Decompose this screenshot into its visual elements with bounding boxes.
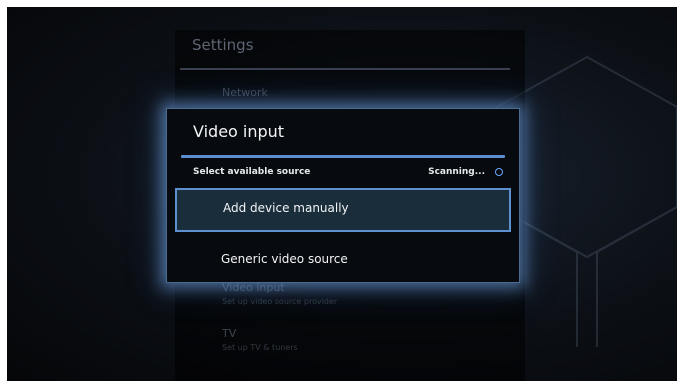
settings-divider	[180, 68, 510, 70]
dialog-divider	[181, 155, 505, 158]
spinner-icon	[495, 168, 503, 176]
dialog-title: Video input	[193, 122, 285, 141]
scanning-status: Scanning...	[428, 167, 485, 177]
source-subheading: Select available source	[193, 167, 311, 177]
settings-item-tv-sub: Set up TV & tuners	[222, 343, 298, 352]
option-label: Add device manually	[223, 201, 349, 215]
option-generic-video-source[interactable]: Generic video source	[175, 239, 511, 283]
settings-item-tv[interactable]: TV	[222, 327, 236, 340]
settings-item-video-input-sub: Set up video source provider	[222, 297, 338, 306]
option-add-device-manually[interactable]: Add device manually	[175, 188, 511, 232]
settings-title: Settings	[192, 36, 254, 54]
settings-item-network[interactable]: Network	[222, 86, 268, 99]
video-input-dialog: Video input Select available source Scan…	[166, 108, 520, 283]
option-label: Generic video source	[221, 252, 348, 266]
